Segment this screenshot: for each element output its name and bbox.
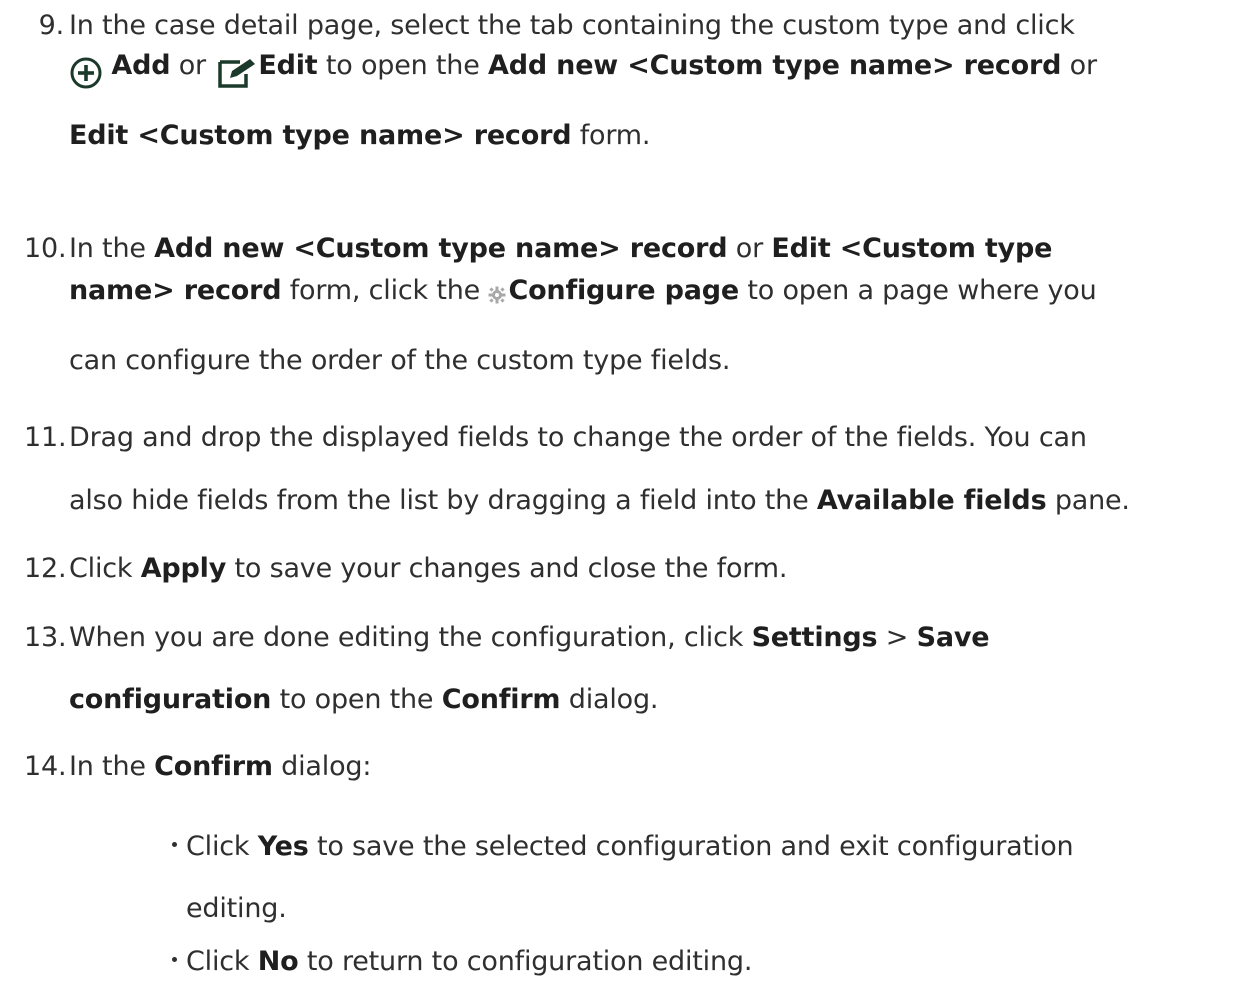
bullet-dot	[172, 957, 177, 962]
step-line: Add or Edit to open the Add new <Custom …	[69, 45, 1097, 90]
step-12: 12. Click Apply to save your changes and…	[24, 548, 1236, 590]
gear-icon	[488, 275, 506, 303]
step-13: 13. When you are done editing the config…	[24, 617, 1236, 727]
doc-page: { "steps": [ { "number": "9.", "text": {…	[0, 0, 1242, 985]
step-line: Drag and drop the displayed fields to ch…	[69, 422, 1087, 453]
step-9: 9. In the case detail page, select the t…	[24, 5, 1236, 185]
step-line: Click Apply to save your changes and clo…	[69, 553, 788, 584]
step-number: 11.	[24, 422, 67, 453]
step-line: In the Add new <Custom type name> record…	[69, 233, 1053, 264]
bullet-dot	[172, 842, 177, 847]
step-line: can configure the order of the custom ty…	[69, 345, 731, 376]
add-circle-icon	[69, 56, 103, 90]
step-line: Edit <Custom type name> record form.	[69, 120, 651, 151]
step-number: 12.	[24, 553, 67, 584]
step-line: configuration to open the Confirm dialog…	[69, 684, 659, 715]
step-line: In the case detail page, select the tab …	[69, 10, 1075, 41]
bullet-item: Click Yes to save the selected configura…	[172, 826, 1074, 868]
step-line: name> record form, click the Configure p…	[69, 275, 1097, 306]
step-number: 14.	[24, 751, 67, 782]
step-10: 10. In the Add new <Custom type name> re…	[24, 228, 1236, 388]
edit-pencil-icon	[216, 56, 258, 90]
step-number: 10.	[24, 233, 67, 264]
bullet-continuation: editing.	[186, 893, 287, 924]
step-number: 9.	[38, 10, 65, 41]
step-line: In the Confirm dialog:	[69, 751, 372, 782]
step-line: When you are done editing the configurat…	[69, 622, 990, 653]
step-11: 11. Drag and drop the displayed fields t…	[24, 417, 1236, 516]
step-number: 13.	[24, 622, 67, 653]
bullet-item: Click No to return to configuration edit…	[172, 941, 752, 983]
step-14: 14. In the Confirm dialog: Click Yes to …	[24, 746, 1236, 977]
step-line: also hide fields from the list by draggi…	[69, 485, 1130, 516]
